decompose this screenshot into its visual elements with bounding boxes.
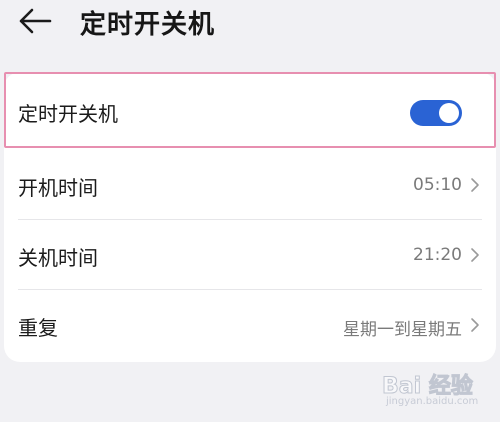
repeat-value: 星期一到星期五 [343, 320, 462, 340]
auto-power-label: 定时开关机 [18, 102, 118, 126]
power-on-time-row[interactable]: 开机时间 05:10 [4, 150, 496, 220]
baidu-jingyan-watermark: Bai 经验 jingyan.baidu.com [382, 368, 492, 412]
chevron-right-icon [470, 247, 480, 263]
power-on-time-value: 05:10 [413, 175, 462, 195]
power-on-time-label: 开机时间 [18, 176, 98, 200]
repeat-row[interactable]: 重复 星期一到星期五 [4, 290, 496, 360]
auto-power-row[interactable]: 定时开关机 [4, 72, 496, 148]
chevron-right-icon [470, 177, 480, 193]
auto-power-toggle[interactable] [410, 100, 462, 126]
page-title: 定时开关机 [80, 10, 216, 40]
repeat-label: 重复 [18, 316, 58, 340]
top-bar: 定时开关机 [0, 0, 500, 48]
watermark-url: jingyan.baidu.com [386, 396, 479, 407]
power-off-time-row[interactable]: 关机时间 21:20 [4, 220, 496, 290]
settings-card: 定时开关机 开机时间 05:10 关机时间 21:20 重复 星期一到星期五 [4, 72, 496, 362]
chevron-right-icon [470, 317, 480, 333]
arrow-left-icon [19, 8, 52, 34]
power-off-time-value: 21:20 [413, 245, 462, 265]
back-button[interactable] [18, 6, 58, 36]
power-off-time-label: 关机时间 [18, 246, 98, 270]
toggle-knob [439, 103, 459, 123]
